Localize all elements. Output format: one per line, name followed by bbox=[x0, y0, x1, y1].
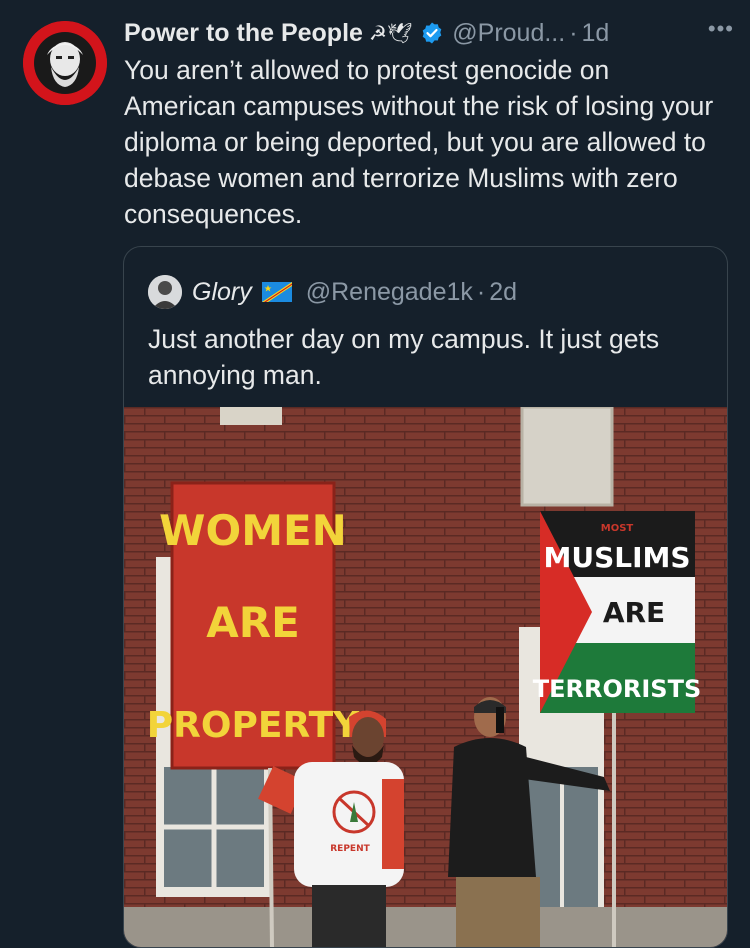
quote-timestamp[interactable]: 2d bbox=[489, 278, 517, 307]
timestamp[interactable]: 1d bbox=[582, 19, 610, 48]
quote-text: Just another day on my campus. It just g… bbox=[148, 324, 660, 390]
display-name[interactable]: Power to the People bbox=[124, 19, 363, 48]
quote-handle[interactable]: @Renegade1k bbox=[306, 278, 473, 307]
separator: · bbox=[569, 18, 578, 47]
verified-badge-icon bbox=[420, 21, 444, 45]
sign-left-line-1: WOMEN bbox=[159, 506, 347, 555]
more-options-icon[interactable]: ••• bbox=[708, 16, 734, 42]
handle[interactable]: @Proud... bbox=[452, 19, 565, 48]
sign-right-line-4: TERRORISTS bbox=[533, 675, 701, 703]
name-emojis: ☭🕊 bbox=[368, 22, 413, 45]
sign-right-line-3: ARE bbox=[603, 596, 665, 629]
quote-separator: · bbox=[476, 277, 486, 306]
quote-display-name[interactable]: Glory bbox=[192, 278, 252, 307]
attached-photo[interactable]: WOMEN ARE PROPERTY MOST MUSLIMS ARE TERR… bbox=[124, 407, 727, 947]
sign-left-line-3: PROPERTY bbox=[147, 705, 360, 746]
quoted-tweet[interactable]: Glory @Renegade1k · 2d Just another day … bbox=[123, 246, 728, 948]
sign-right-line-1: MOST bbox=[601, 523, 634, 534]
avatar[interactable] bbox=[23, 21, 107, 105]
sign-right-line-2: MUSLIMS bbox=[543, 541, 690, 574]
flag-icon bbox=[261, 282, 292, 302]
tweet-text: You aren’t allowed to protest genocide o… bbox=[124, 55, 714, 229]
portrait-icon bbox=[23, 21, 107, 105]
quote-avatar[interactable] bbox=[148, 275, 182, 309]
sign-right: MOST MUSLIMS ARE TERRORISTS bbox=[533, 511, 701, 713]
tweet-header: Power to the People ☭🕊 @Proud... · 1d ••… bbox=[124, 14, 734, 52]
quote-header: Glory @Renegade1k · 2d bbox=[148, 275, 517, 309]
person-icon bbox=[148, 275, 182, 309]
sign-left-line-2: ARE bbox=[206, 598, 300, 647]
shirt-text: REPENT bbox=[330, 844, 370, 854]
